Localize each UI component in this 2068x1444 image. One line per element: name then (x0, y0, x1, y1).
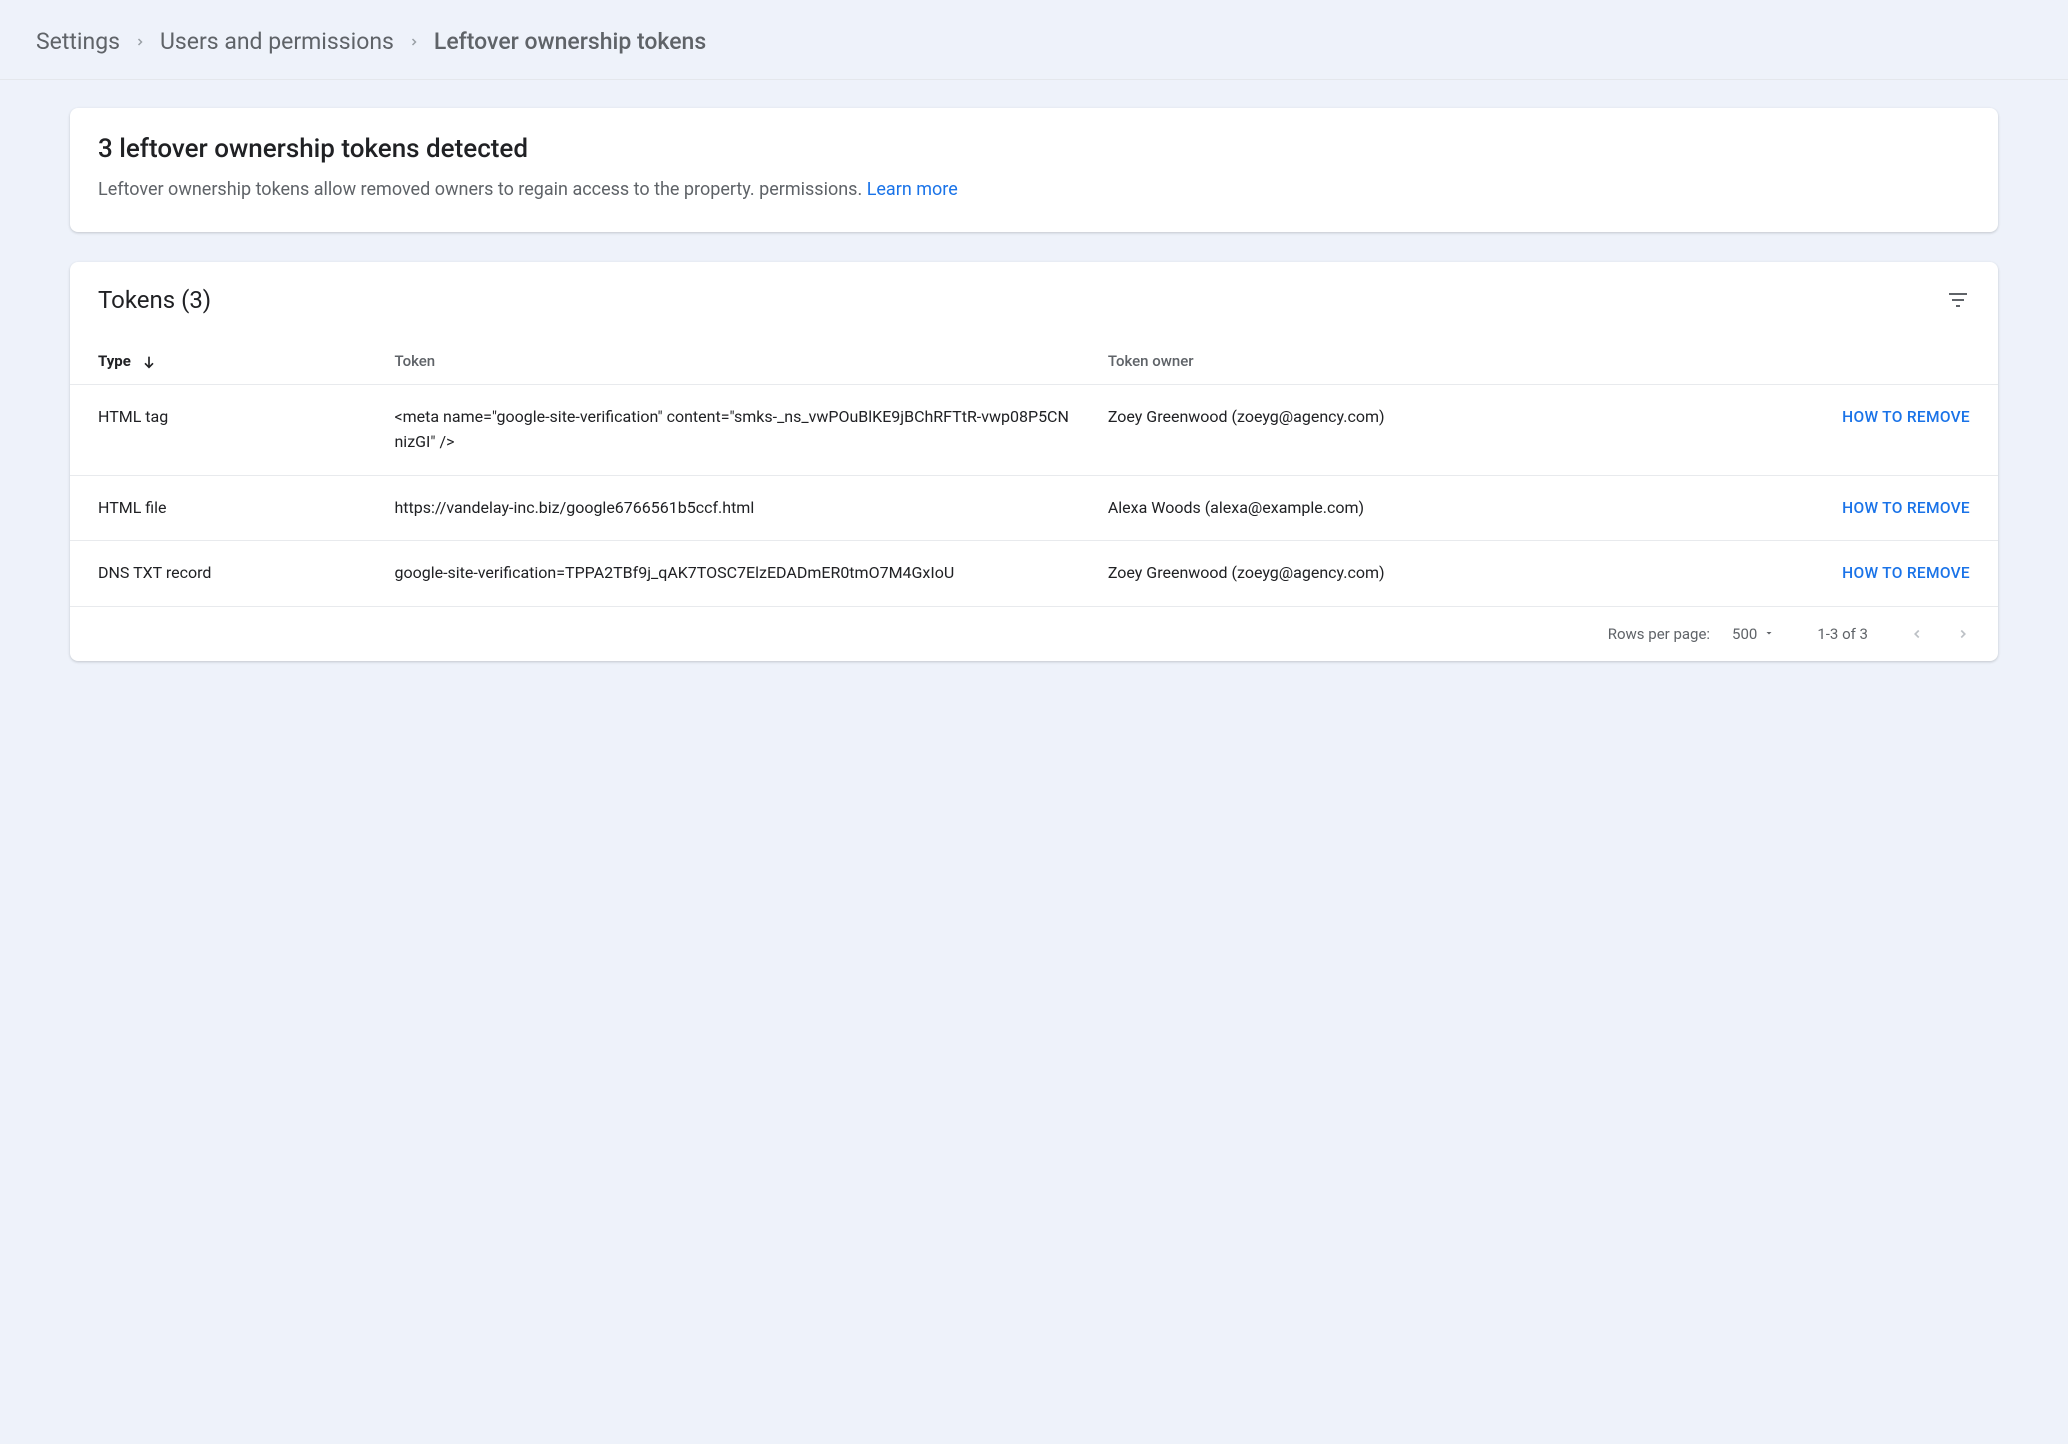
arrow-down-icon (141, 354, 157, 370)
pagination-range: 1-3 of 3 (1817, 625, 1868, 643)
cell-type: HTML tag (70, 384, 378, 475)
prev-page-button[interactable] (1910, 627, 1924, 641)
rows-per-page-label: Rows per page: (1608, 625, 1710, 643)
info-card: 3 leftover ownership tokens detected Lef… (70, 108, 1998, 232)
tokens-table-card: Tokens (3) Type (70, 262, 1998, 661)
cell-type: DNS TXT record (70, 541, 378, 607)
column-header-owner[interactable]: Token owner (1092, 338, 1651, 385)
breadcrumb-item-settings[interactable]: Settings (36, 28, 120, 55)
how-to-remove-button[interactable]: HOW TO REMOVE (1842, 408, 1970, 426)
table-title: Tokens (3) (98, 286, 211, 314)
content-area: 3 leftover ownership tokens detected Lef… (0, 80, 2068, 731)
column-header-token[interactable]: Token (378, 338, 1091, 385)
caret-down-icon (1763, 625, 1775, 643)
cell-token: google-site-verification=TPPA2TBf9j_qAK7… (378, 541, 1091, 607)
info-title: 3 leftover ownership tokens detected (98, 134, 1970, 164)
rows-per-page-value: 500 (1732, 625, 1757, 643)
chevron-right-icon (408, 36, 420, 48)
page-nav (1910, 627, 1970, 641)
filter-icon[interactable] (1946, 288, 1970, 312)
table-row: HTML file https://vandelay-inc.biz/googl… (70, 475, 1998, 541)
breadcrumb: Settings Users and permissions Leftover … (0, 0, 2068, 80)
table-row: HTML tag <meta name="google-site-verific… (70, 384, 1998, 475)
cell-owner: Alexa Woods (alexa@example.com) (1092, 475, 1651, 541)
column-header-type[interactable]: Type (70, 338, 378, 385)
info-description-text: Leftover ownership tokens allow removed … (98, 179, 867, 200)
cell-token: <meta name="google-site-verification" co… (378, 384, 1091, 475)
tokens-table: Type Token Token owner HTML tag <meta n (70, 338, 1998, 607)
rows-per-page-dropdown[interactable]: 500 (1732, 625, 1775, 643)
table-row: DNS TXT record google-site-verification=… (70, 541, 1998, 607)
pagination: Rows per page: 500 1-3 of 3 (70, 607, 1998, 661)
cell-token: https://vandelay-inc.biz/google6766561b5… (378, 475, 1091, 541)
table-header: Tokens (3) (70, 262, 1998, 338)
chevron-right-icon (134, 36, 146, 48)
breadcrumb-item-users-permissions[interactable]: Users and permissions (160, 28, 394, 55)
cell-type: HTML file (70, 475, 378, 541)
cell-owner: Zoey Greenwood (zoeyg@agency.com) (1092, 541, 1651, 607)
table-header-row: Type Token Token owner (70, 338, 1998, 385)
cell-owner: Zoey Greenwood (zoeyg@agency.com) (1092, 384, 1651, 475)
rows-per-page: Rows per page: 500 (1608, 625, 1776, 643)
column-header-action (1651, 338, 1998, 385)
column-header-type-label: Type (98, 352, 131, 370)
how-to-remove-button[interactable]: HOW TO REMOVE (1842, 499, 1970, 517)
breadcrumb-item-current: Leftover ownership tokens (434, 28, 706, 55)
learn-more-link[interactable]: Learn more (867, 179, 958, 200)
next-page-button[interactable] (1956, 627, 1970, 641)
info-description: Leftover ownership tokens allow removed … (98, 176, 1970, 204)
page-container: Settings Users and permissions Leftover … (0, 0, 2068, 1444)
how-to-remove-button[interactable]: HOW TO REMOVE (1842, 564, 1970, 582)
